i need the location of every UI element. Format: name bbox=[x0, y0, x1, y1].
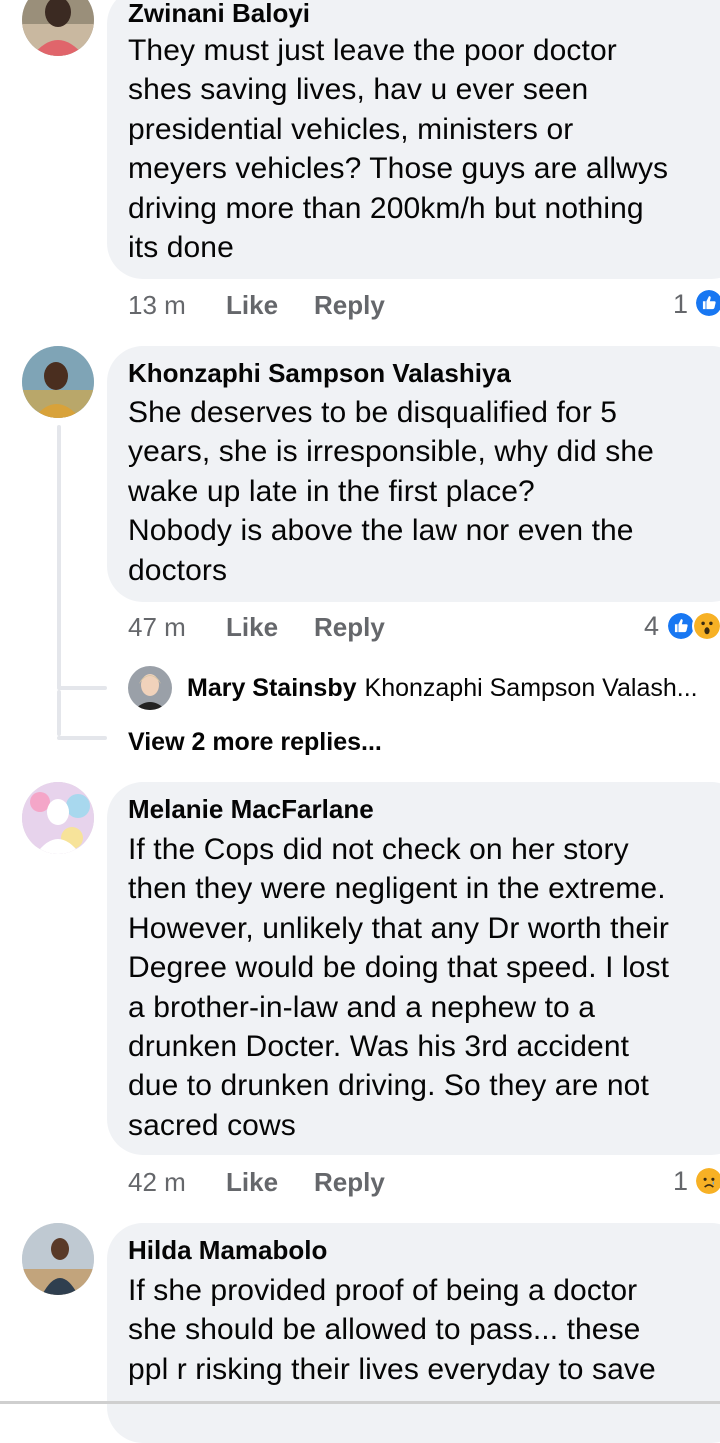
avatar-zwinani-baloyi[interactable] bbox=[22, 0, 94, 56]
reply-thread-connector bbox=[57, 686, 107, 690]
comment-bubble: Hilda Mamabolo If she provided proof of … bbox=[107, 1223, 720, 1443]
wow-icon bbox=[692, 611, 720, 641]
comment-text: If she provided proof of being a doctor … bbox=[128, 1274, 656, 1386]
reply-thread-connector-more bbox=[57, 736, 107, 740]
reply-button[interactable]: Reply bbox=[314, 1165, 385, 1199]
like-button[interactable]: Like bbox=[226, 288, 278, 322]
comment-timestamp[interactable]: 42 m bbox=[128, 1165, 186, 1199]
reaction-count[interactable]: 1 bbox=[673, 1164, 688, 1198]
reply-snippet: Khonzaphi Sampson Valash... bbox=[364, 673, 698, 702]
reply-button[interactable]: Reply bbox=[314, 288, 385, 322]
comment-author[interactable]: Melanie MacFarlane bbox=[128, 792, 374, 826]
view-more-replies-link[interactable]: View 2 more replies... bbox=[128, 725, 382, 759]
reply-thread-line-more bbox=[57, 690, 61, 736]
like-icon bbox=[694, 288, 720, 318]
avatar-hilda-mamabolo[interactable] bbox=[22, 1223, 94, 1295]
reply-thread-line bbox=[57, 425, 61, 689]
comment-author[interactable]: Zwinani Baloyi bbox=[128, 0, 310, 30]
sad-icon bbox=[694, 1166, 720, 1196]
reaction-count[interactable]: 4 bbox=[644, 609, 659, 643]
comment-bubble: Zwinani Baloyi They must just leave the … bbox=[107, 0, 720, 279]
like-button[interactable]: Like bbox=[226, 1165, 278, 1199]
avatar-melanie-macfarlane[interactable] bbox=[22, 782, 94, 854]
comment-author[interactable]: Hilda Mamabolo bbox=[128, 1233, 327, 1267]
reply-preview[interactable]: Mary Stainsby Khonzaphi Sampson Valash..… bbox=[128, 665, 720, 711]
comment-text: She deserves to be disqualified for 5 ye… bbox=[128, 396, 654, 587]
comment-bubble: Khonzaphi Sampson Valashiya She deserves… bbox=[107, 346, 720, 602]
comment-author[interactable]: Khonzaphi Sampson Valashiya bbox=[128, 356, 511, 390]
comment-timestamp[interactable]: 47 m bbox=[128, 610, 186, 644]
reply-button[interactable]: Reply bbox=[314, 610, 385, 644]
comment-timestamp[interactable]: 13 m bbox=[128, 288, 186, 322]
comment-text: They must just leave the poor doctor she… bbox=[128, 34, 669, 265]
comment-bubble: Melanie MacFarlane If the Cops did not c… bbox=[107, 782, 720, 1155]
comment-text: If the Cops did not check on her story t… bbox=[128, 833, 670, 1142]
avatar-mary-stainsby[interactable] bbox=[128, 666, 172, 710]
avatar-khonzaphi-sampson-valashiya[interactable] bbox=[22, 346, 94, 418]
reaction-count[interactable]: 1 bbox=[673, 287, 688, 321]
like-button[interactable]: Like bbox=[226, 610, 278, 644]
reply-author[interactable]: Mary Stainsby bbox=[187, 674, 357, 703]
